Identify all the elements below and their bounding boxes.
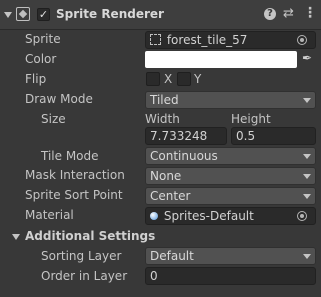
chevron-down-icon: [303, 174, 311, 179]
chevron-down-icon: [303, 254, 311, 259]
eyedropper-icon[interactable]: ✒: [302, 51, 312, 65]
component-title: Sprite Renderer: [56, 7, 164, 21]
width-field[interactable]: 7.733248: [145, 127, 227, 145]
size-label: Size: [41, 112, 66, 126]
draw-mode-label: Draw Mode: [25, 92, 93, 106]
object-picker-icon[interactable]: [297, 35, 307, 45]
width-label: Width: [145, 112, 180, 126]
draw-mode-dropdown[interactable]: Tiled: [145, 91, 316, 109]
flip-y-label: Y: [194, 72, 202, 86]
flip-y-checkbox[interactable]: [177, 72, 191, 86]
flip-x-checkbox[interactable]: [146, 72, 160, 86]
sorting-layer-dropdown[interactable]: Default: [145, 247, 316, 265]
chevron-down-icon: [303, 98, 311, 103]
tile-mode-label: Tile Mode: [41, 149, 99, 163]
sprite-field[interactable]: forest_tile_57: [145, 31, 316, 49]
sprite-renderer-icon: [16, 7, 30, 21]
height-label: Height: [231, 112, 271, 126]
mask-interaction-value: None: [150, 169, 182, 183]
additional-settings-title[interactable]: Additional Settings: [25, 229, 155, 243]
flip-x-label: X: [164, 72, 173, 86]
width-value: 7.733248: [150, 129, 208, 143]
tile-mode-dropdown[interactable]: Continuous: [145, 147, 316, 165]
chevron-down-icon: [303, 154, 311, 159]
mask-interaction-dropdown[interactable]: None: [145, 167, 316, 185]
height-value: 0.5: [236, 129, 256, 143]
tile-mode-value: Continuous: [150, 149, 218, 163]
object-picker-icon[interactable]: [297, 211, 307, 221]
material-label: Material: [25, 208, 74, 222]
sprite-value: forest_tile_57: [166, 33, 248, 47]
order-in-layer-value: 0: [150, 269, 158, 283]
draw-mode-value: Tiled: [150, 93, 179, 107]
sprite-sort-point-dropdown[interactable]: Center: [145, 187, 316, 205]
chevron-down-icon: [303, 194, 311, 199]
preset-icon[interactable]: ⇄: [283, 6, 294, 21]
more-icon[interactable]: ⋮: [303, 5, 317, 21]
enabled-checkbox[interactable]: ✓: [37, 8, 50, 21]
sprite-asset-icon: [150, 34, 161, 45]
sorting-layer-label: Sorting Layer: [41, 249, 122, 263]
material-asset-icon: [150, 212, 158, 220]
sprite-label: Sprite: [25, 32, 61, 46]
help-icon[interactable]: ?: [264, 8, 276, 20]
sorting-layer-value: Default: [150, 249, 194, 263]
sprite-sort-point-value: Center: [150, 189, 191, 203]
order-in-layer-field[interactable]: 0: [145, 267, 316, 285]
mask-interaction-label: Mask Interaction: [25, 168, 125, 182]
sprite-sort-point-label: Sprite Sort Point: [25, 188, 123, 202]
foldout-arrow-icon[interactable]: [4, 12, 12, 18]
color-label: Color: [25, 52, 57, 66]
material-field[interactable]: Sprites-Default: [145, 207, 316, 225]
order-in-layer-label: Order in Layer: [41, 269, 128, 283]
additional-settings-foldout-icon[interactable]: [12, 234, 20, 240]
flip-label: Flip: [25, 72, 47, 86]
height-field[interactable]: 0.5: [231, 127, 316, 145]
material-value: Sprites-Default: [163, 209, 254, 223]
component-header: ✓ Sprite Renderer ? ⇄ ⋮: [0, 0, 321, 30]
color-swatch[interactable]: [145, 51, 297, 68]
